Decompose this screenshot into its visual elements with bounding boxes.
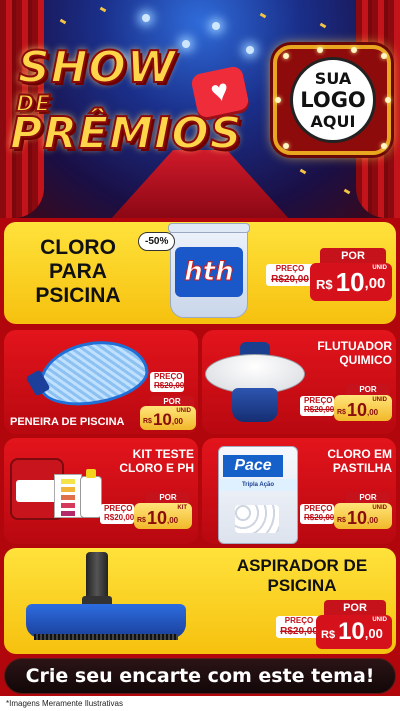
new-price-box: R$ 10 ,00 UNID bbox=[334, 503, 392, 529]
cta-text: Crie seu encarte com este tema! bbox=[25, 665, 375, 687]
price-int: 10 bbox=[335, 267, 365, 297]
product-title: FLUTUADOR QUIMICO bbox=[317, 339, 392, 367]
product-title: CLORO PARA PSICINA bbox=[35, 236, 121, 308]
product-title: KIT TESTE CLORO E PH bbox=[119, 447, 194, 475]
new-price-box: R$ 10 ,00 UNID bbox=[334, 395, 392, 421]
cta-banner[interactable]: Crie seu encarte com este tema! bbox=[4, 658, 396, 694]
spotlight-icon bbox=[182, 40, 190, 48]
confetti-icon bbox=[99, 6, 107, 13]
currency: R$ bbox=[316, 277, 333, 292]
hth-logo: hth bbox=[184, 257, 234, 288]
logo-text-line1: SUA bbox=[314, 69, 352, 88]
color-chart-image bbox=[54, 474, 82, 518]
vacuum-head-image bbox=[86, 552, 108, 600]
reagent-bottle-image bbox=[80, 469, 102, 518]
new-price-box: R$ 10 ,00 UNID bbox=[310, 263, 392, 301]
pace-subtitle: Tripla Ação bbox=[219, 479, 297, 491]
old-price-box: PREÇO R$20,00 bbox=[300, 504, 334, 524]
old-price-box: PREÇO R$20,00 bbox=[266, 264, 314, 286]
product-title: PENEIRA DE PISCINA bbox=[10, 416, 125, 428]
logo-text-line3: AQUI bbox=[310, 112, 356, 131]
old-price-box: PREÇO R$20,00 bbox=[100, 504, 134, 524]
confetti-icon bbox=[259, 12, 267, 19]
logo-text-line2: LOGO bbox=[300, 88, 366, 112]
new-price-box: R$ 10 ,00 KIT bbox=[134, 503, 192, 529]
confetti-icon bbox=[343, 188, 351, 195]
old-price-box: PREÇO R$20,00 bbox=[150, 372, 184, 392]
confetti-icon bbox=[319, 22, 327, 29]
old-price-box: PREÇO R$20,00 bbox=[300, 396, 334, 416]
discount-badge: -50% bbox=[138, 232, 176, 251]
red-carpet bbox=[110, 150, 290, 218]
old-price: R$20,00 bbox=[271, 273, 309, 285]
hth-bucket-image: hth bbox=[168, 223, 250, 318]
hero-banner: SHOW DE PRÊMIOS ♥ SUA LOGO AQUI bbox=[0, 0, 400, 218]
new-price-box: R$ 10 ,00 UNID bbox=[140, 406, 196, 430]
confetti-icon bbox=[299, 168, 307, 175]
old-price-label: PREÇO bbox=[275, 264, 305, 273]
price-cents: ,00 bbox=[364, 275, 386, 292]
price-unit: UNID bbox=[372, 265, 387, 271]
product-title: ASPIRADOR DE PSICINA bbox=[236, 556, 368, 595]
disclaimer: *Imagens Meramente Ilustrativas bbox=[0, 696, 400, 711]
title-show: SHOW bbox=[17, 41, 177, 94]
pace-bag-image: Pace Tripla Ação bbox=[218, 446, 298, 544]
spotlight-icon bbox=[142, 14, 150, 22]
spotlight-icon bbox=[212, 22, 220, 30]
flyer: SHOW DE PRÊMIOS ♥ SUA LOGO AQUI CLORO PA… bbox=[0, 0, 400, 711]
spotlight-icon bbox=[246, 46, 254, 54]
por-label: POR bbox=[324, 600, 386, 616]
logo-placeholder-frame: SUA LOGO AQUI bbox=[273, 45, 391, 155]
por-label: POR bbox=[320, 248, 386, 264]
product-title: CLORO EM PASTILHA bbox=[327, 447, 392, 475]
logo-placeholder[interactable]: SUA LOGO AQUI bbox=[290, 57, 376, 143]
new-price-box: R$ 10 ,00 UNID bbox=[316, 615, 392, 649]
pace-logo: Pace bbox=[223, 455, 283, 477]
heart-symbol: ♥ bbox=[207, 73, 233, 110]
confetti-icon bbox=[59, 18, 67, 25]
